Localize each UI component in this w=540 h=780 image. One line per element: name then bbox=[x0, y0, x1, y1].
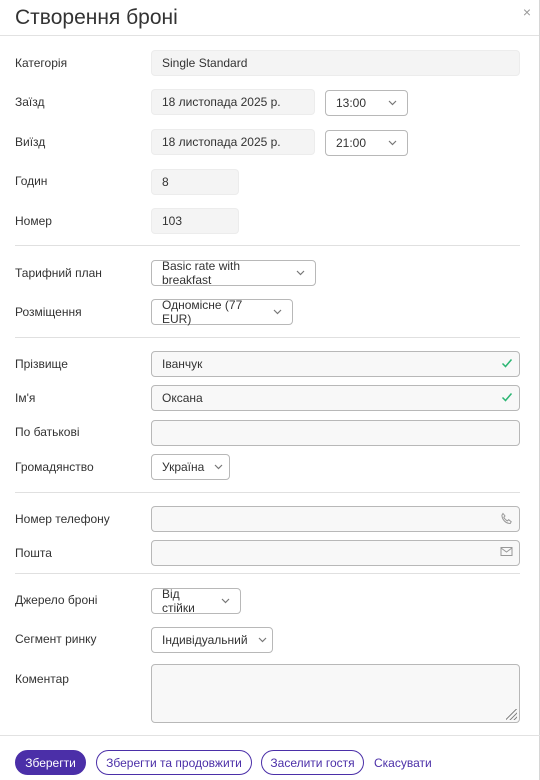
check-icon bbox=[501, 391, 513, 403]
check-in-guest-button[interactable]: Заселити гостя bbox=[261, 750, 364, 775]
checkin-time-value: 13:00 bbox=[336, 96, 367, 110]
source-select[interactable]: Від стійки bbox=[151, 587, 241, 615]
cancel-link[interactable]: Скасувати bbox=[374, 756, 432, 770]
citizenship-select[interactable]: Україна bbox=[151, 454, 230, 480]
surname-value: Іванчук bbox=[162, 357, 203, 371]
section-divider bbox=[15, 337, 520, 338]
resize-grip-icon[interactable] bbox=[506, 709, 517, 720]
check-icon bbox=[501, 357, 513, 369]
phone-input[interactable] bbox=[151, 506, 520, 532]
envelope-icon bbox=[500, 546, 513, 557]
chevron-down-icon bbox=[221, 598, 230, 604]
phone-icon bbox=[500, 512, 513, 525]
category-label: Категорія bbox=[15, 56, 68, 70]
close-icon[interactable]: × bbox=[523, 4, 531, 20]
comment-textarea[interactable] bbox=[151, 664, 520, 723]
room-value: 103 bbox=[162, 214, 183, 228]
email-input[interactable] bbox=[151, 540, 520, 566]
chevron-down-icon bbox=[214, 464, 223, 470]
patronymic-input[interactable] bbox=[151, 420, 520, 446]
rate-plan-select[interactable]: Basic rate with breakfast bbox=[151, 259, 316, 287]
section-divider bbox=[15, 573, 520, 574]
surname-label: Прізвище bbox=[15, 357, 68, 371]
checkin-time-select[interactable]: 13:00 bbox=[325, 90, 408, 116]
name-value: Оксана bbox=[162, 391, 203, 405]
chevron-down-icon bbox=[258, 637, 267, 643]
email-label: Пошта bbox=[15, 546, 52, 560]
hours-value: 8 bbox=[162, 175, 169, 189]
checkin-date-value: 18 листопада 2025 р. bbox=[162, 95, 281, 109]
chevron-down-icon bbox=[296, 270, 305, 276]
modal-header: Створення броні × bbox=[0, 0, 539, 36]
save-and-continue-button[interactable]: Зберегти та продовжити bbox=[96, 750, 252, 775]
segment-value: Індивідуальний bbox=[162, 633, 248, 647]
modal-title: Створення броні bbox=[15, 6, 178, 29]
surname-input[interactable]: Іванчук bbox=[151, 351, 520, 377]
source-label: Джерело броні bbox=[15, 593, 98, 607]
citizenship-label: Громадянство bbox=[15, 460, 94, 474]
room-label: Номер bbox=[15, 214, 52, 228]
accommodation-select[interactable]: Одномісне (77 EUR) bbox=[151, 298, 293, 326]
category-field: Single Standard bbox=[151, 50, 520, 76]
hours-field: 8 bbox=[151, 169, 239, 195]
section-divider bbox=[15, 245, 520, 246]
rate-plan-value: Basic rate with breakfast bbox=[162, 259, 241, 287]
segment-label: Сегмент ринку bbox=[15, 632, 97, 646]
comment-label: Коментар bbox=[15, 672, 69, 686]
checkin-label: Заїзд bbox=[15, 95, 45, 109]
patronymic-label: По батькові bbox=[15, 425, 80, 439]
name-input[interactable]: Оксана bbox=[151, 385, 520, 411]
accommodation-value: Одномісне (77 EUR) bbox=[162, 298, 243, 326]
hours-label: Годин bbox=[15, 174, 48, 188]
name-label: Ім'я bbox=[15, 391, 36, 405]
checkout-time-value: 21:00 bbox=[336, 136, 367, 150]
chevron-down-icon bbox=[388, 100, 397, 106]
accommodation-label: Розміщення bbox=[15, 305, 82, 319]
checkout-time-select[interactable]: 21:00 bbox=[325, 130, 408, 156]
checkout-date-field[interactable]: 18 листопада 2025 р. bbox=[151, 129, 315, 155]
citizenship-value: Україна bbox=[162, 460, 205, 474]
section-divider bbox=[15, 492, 520, 493]
modal-footer: Зберегти Зберегти та продовжити Заселити… bbox=[0, 735, 540, 780]
phone-label: Номер телефону bbox=[15, 512, 110, 526]
room-field: 103 bbox=[151, 208, 239, 234]
checkin-date-field[interactable]: 18 листопада 2025 р. bbox=[151, 89, 315, 115]
chevron-down-icon bbox=[388, 140, 397, 146]
save-button[interactable]: Зберегти bbox=[15, 750, 86, 775]
rate-plan-label: Тарифний план bbox=[15, 266, 102, 280]
checkout-date-value: 18 листопада 2025 р. bbox=[162, 135, 281, 149]
chevron-down-icon bbox=[273, 309, 282, 315]
checkout-label: Виїзд bbox=[15, 135, 46, 149]
segment-select[interactable]: Індивідуальний bbox=[151, 627, 273, 653]
category-value: Single Standard bbox=[162, 56, 248, 70]
source-value: Від стійки bbox=[162, 587, 195, 615]
create-booking-modal: Створення броні × Категорія Single Stand… bbox=[0, 0, 540, 780]
